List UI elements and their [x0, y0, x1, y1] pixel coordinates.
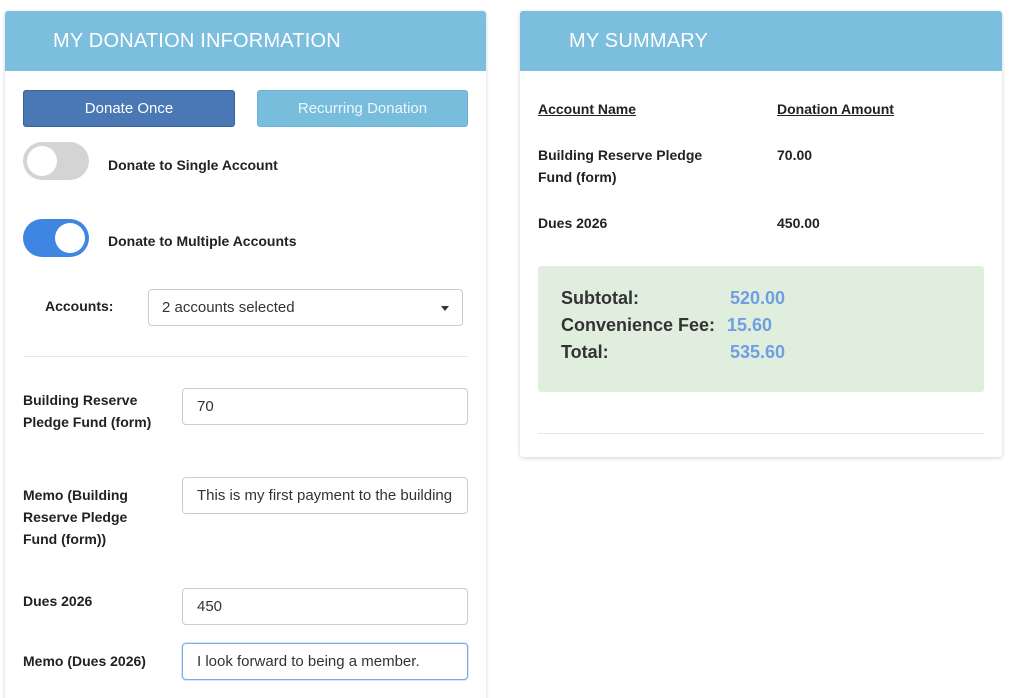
account-name-header: Account Name: [538, 101, 637, 117]
donation-panel-title: MY DONATION INFORMATION: [5, 11, 486, 71]
donation-amount-header: Donation Amount: [777, 101, 894, 117]
summary-panel: MY SUMMARY Account Name Donation Amount …: [520, 11, 1002, 457]
summary-amount: 450.00: [777, 215, 820, 231]
toggle-knob: [27, 146, 57, 176]
single-account-toggle[interactable]: [23, 142, 89, 180]
subtotal-value: 520.00: [730, 288, 786, 308]
toggle-knob: [55, 223, 85, 253]
building-fund-memo-input[interactable]: This is my first payment to the building: [182, 477, 468, 514]
multiple-accounts-toggle[interactable]: [23, 219, 89, 257]
divider: [23, 356, 468, 357]
total-value: 535.60: [730, 342, 786, 362]
total-label: Total:: [561, 342, 609, 362]
convenience-fee-label: Convenience Fee:: [561, 315, 716, 335]
field-label: Dues 2026: [23, 593, 93, 609]
recurring-donation-button[interactable]: Recurring Donation: [257, 90, 468, 127]
single-account-label: Donate to Single Account: [108, 157, 278, 173]
dues-memo-input[interactable]: I look forward to being a member.: [182, 643, 468, 680]
summary-panel-title: MY SUMMARY: [520, 11, 1002, 71]
dues-amount-input[interactable]: 450: [182, 588, 468, 625]
summary-amount: 70.00: [777, 147, 813, 163]
caret-down-icon: [441, 306, 449, 311]
accounts-select-value: 2 accounts selected: [162, 299, 295, 316]
totals-box: Subtotal: 520.00 Convenience Fee: 15.60 …: [538, 266, 984, 392]
summary-account-name: Building Reserve Pledge Fund (form): [538, 147, 703, 185]
field-label: Memo (Building Reserve Pledge Fund (form…: [23, 487, 128, 547]
building-fund-amount-input[interactable]: 70: [182, 388, 468, 425]
accounts-select[interactable]: 2 accounts selected: [148, 289, 463, 326]
subtotal-label: Subtotal:: [561, 288, 639, 308]
field-label: Memo (Dues 2026): [23, 653, 146, 669]
donation-panel: MY DONATION INFORMATION Donate Once Recu…: [5, 11, 486, 698]
multiple-accounts-label: Donate to Multiple Accounts: [108, 233, 297, 249]
field-label: Building Reserve Pledge Fund (form): [23, 392, 152, 430]
divider: [538, 433, 984, 434]
accounts-label: Accounts:: [45, 298, 114, 314]
convenience-fee-value: 15.60: [727, 315, 773, 335]
summary-account-name: Dues 2026: [538, 215, 608, 231]
donate-once-button[interactable]: Donate Once: [23, 90, 235, 127]
